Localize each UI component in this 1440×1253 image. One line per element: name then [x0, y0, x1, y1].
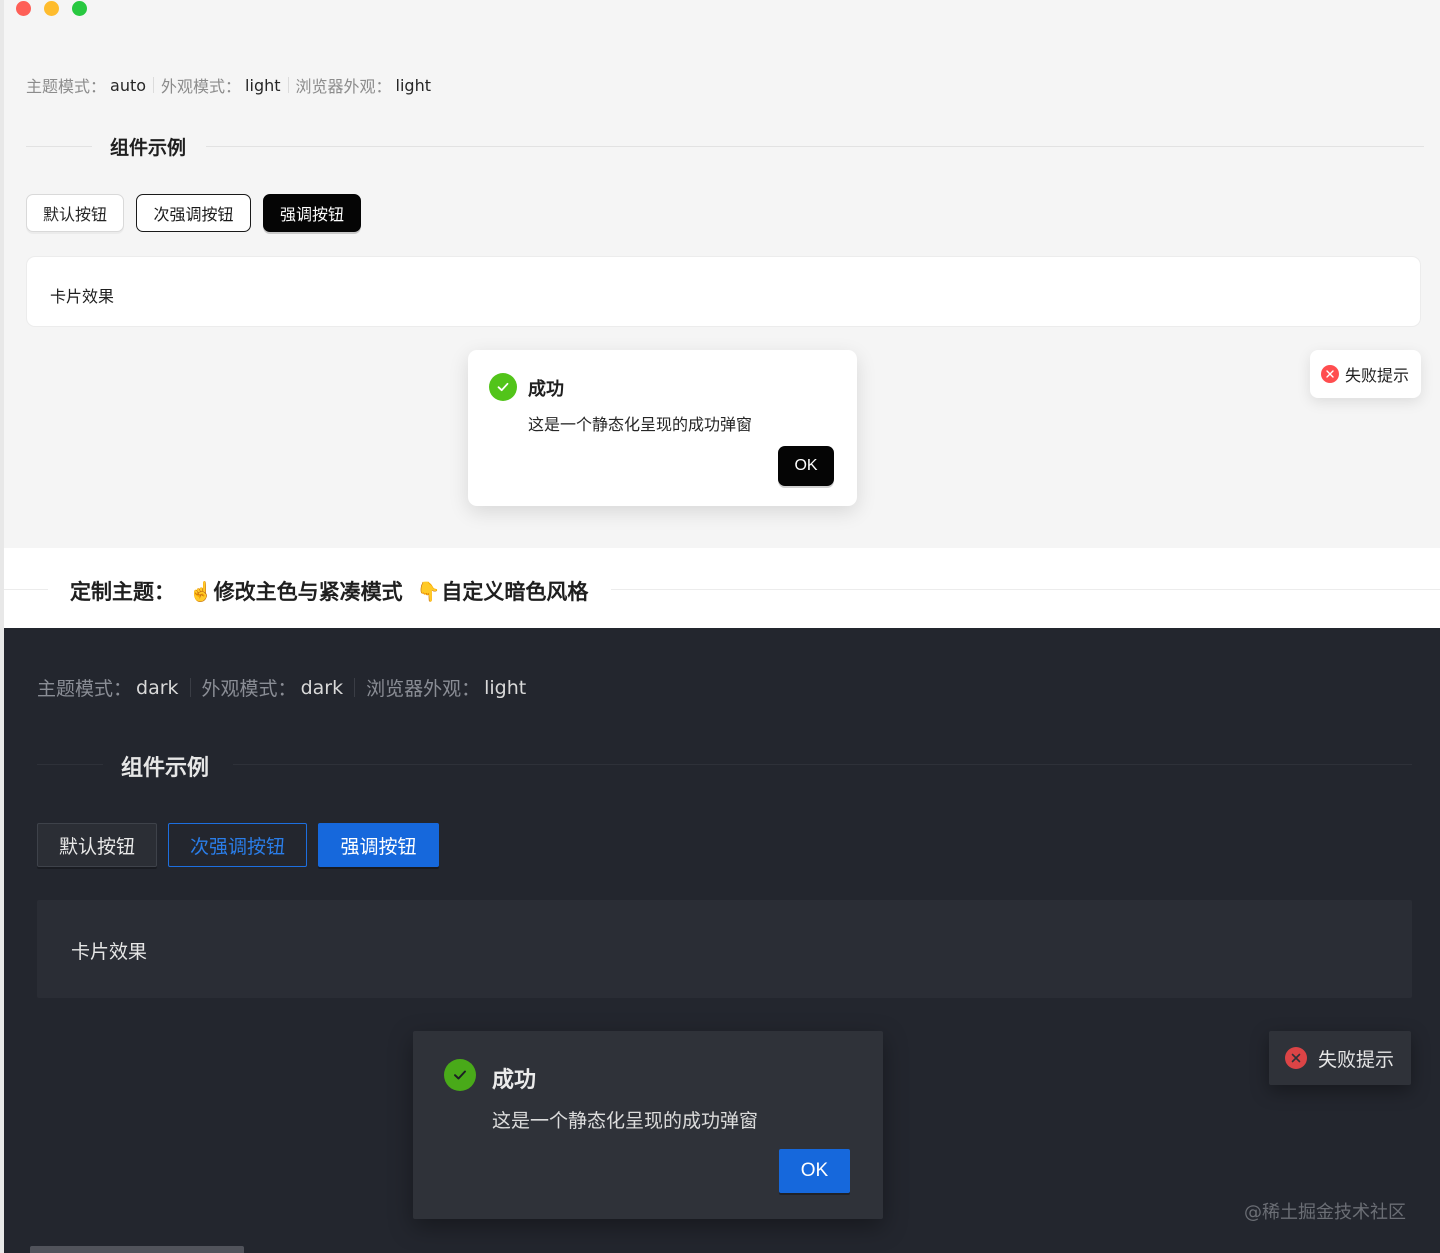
default-button[interactable]: 默认按钮 [26, 194, 124, 232]
appearance-mode-label: 外观模式： [201, 678, 297, 700]
status-separator [287, 77, 289, 93]
theme-status-bar: 主题模式： auto 外观模式： light 浏览器外观： light [26, 73, 431, 97]
primary-button[interactable]: 强调按钮 [263, 194, 361, 232]
modal-ok-button[interactable]: OK [779, 1149, 850, 1193]
close-window-button[interactable] [16, 1, 31, 16]
theme-mode-value: auto [110, 75, 147, 95]
toast-text: 失败提示 [1318, 1048, 1395, 1071]
modal-title: 成功 [528, 379, 564, 400]
clipped-element [30, 1246, 244, 1253]
card-text: 卡片效果 [50, 287, 115, 306]
button-group: 默认按钮 次强调按钮 强调按钮 [26, 194, 361, 232]
browser-appearance-value: light [484, 676, 527, 699]
success-modal: 成功 这是一个静态化呈现的成功弹窗 OK [468, 350, 857, 506]
section-divider: 组件示例 [37, 746, 1412, 782]
custom-theme-heading: 定制主题： ☝️ 修改主色与紧凑模式 👇 自定义暗色风格 [70, 576, 588, 606]
section-divider: 组件示例 [26, 131, 1424, 161]
appearance-mode-value: light [245, 75, 281, 95]
toast-text: 失败提示 [1345, 366, 1410, 385]
pointing-down-icon: 👇 [416, 580, 441, 603]
modal-body: 这是一个静态化呈现的成功弹窗 [528, 415, 753, 434]
light-theme-demo: 主题模式： auto 外观模式： light 浏览器外观： light 组件示例… [4, 0, 1440, 548]
error-message-toast: 失败提示 [1310, 350, 1421, 398]
card-text: 卡片效果 [71, 941, 148, 963]
error-close-icon [1285, 1047, 1307, 1069]
appearance-mode-value: dark [300, 676, 344, 699]
success-check-icon [444, 1059, 476, 1091]
window-controls [16, 1, 87, 16]
modal-body: 这是一个静态化呈现的成功弹窗 [492, 1110, 759, 1132]
browser-appearance-value: light [395, 75, 431, 95]
secondary-button[interactable]: 次强调按钮 [168, 823, 307, 867]
maximize-window-button[interactable] [72, 1, 87, 16]
error-close-icon [1321, 365, 1339, 383]
section-title: 组件示例 [110, 137, 187, 159]
browser-appearance-label: 浏览器外观： [295, 77, 392, 96]
dark-theme-link[interactable]: 自定义暗色风格 [441, 576, 588, 606]
pointing-up-icon: ☝️ [189, 580, 213, 603]
appearance-mode-label: 外观模式： [161, 77, 242, 96]
theme-mode-value: dark [136, 676, 179, 699]
compact-theme-link[interactable]: 修改主色与紧凑模式 [214, 576, 403, 606]
success-modal: 成功 这是一个静态化呈现的成功弹窗 OK [413, 1031, 883, 1219]
demo-card: 卡片效果 [26, 256, 1421, 327]
theme-mode-label: 主题模式： [37, 678, 133, 700]
button-group: 默认按钮 次强调按钮 强调按钮 [37, 823, 439, 867]
status-separator [189, 678, 191, 697]
custom-theme-heading-band: 定制主题： ☝️ 修改主色与紧凑模式 👇 自定义暗色风格 [4, 548, 1440, 628]
custom-theme-label: 定制主题： [70, 580, 175, 604]
primary-button[interactable]: 强调按钮 [318, 823, 439, 867]
status-separator [153, 77, 155, 93]
theme-status-bar: 主题模式： dark 外观模式： dark 浏览器外观： light [37, 674, 526, 701]
modal-title: 成功 [492, 1068, 537, 1093]
browser-appearance-label: 浏览器外观： [366, 678, 481, 700]
secondary-button[interactable]: 次强调按钮 [136, 194, 251, 232]
modal-ok-button[interactable]: OK [778, 446, 834, 486]
dark-theme-demo: 主题模式： dark 外观模式： dark 浏览器外观： light 组件示例 … [4, 628, 1440, 1253]
section-title: 组件示例 [121, 756, 210, 781]
default-button[interactable]: 默认按钮 [37, 823, 157, 867]
success-check-icon [489, 373, 517, 401]
minimize-window-button[interactable] [44, 1, 59, 16]
error-message-toast: 失败提示 [1269, 1031, 1411, 1085]
watermark: @稀土掘金技术社区 [1244, 1202, 1406, 1223]
status-separator [354, 678, 356, 697]
demo-card: 卡片效果 [37, 900, 1412, 998]
theme-mode-label: 主题模式： [26, 77, 107, 96]
